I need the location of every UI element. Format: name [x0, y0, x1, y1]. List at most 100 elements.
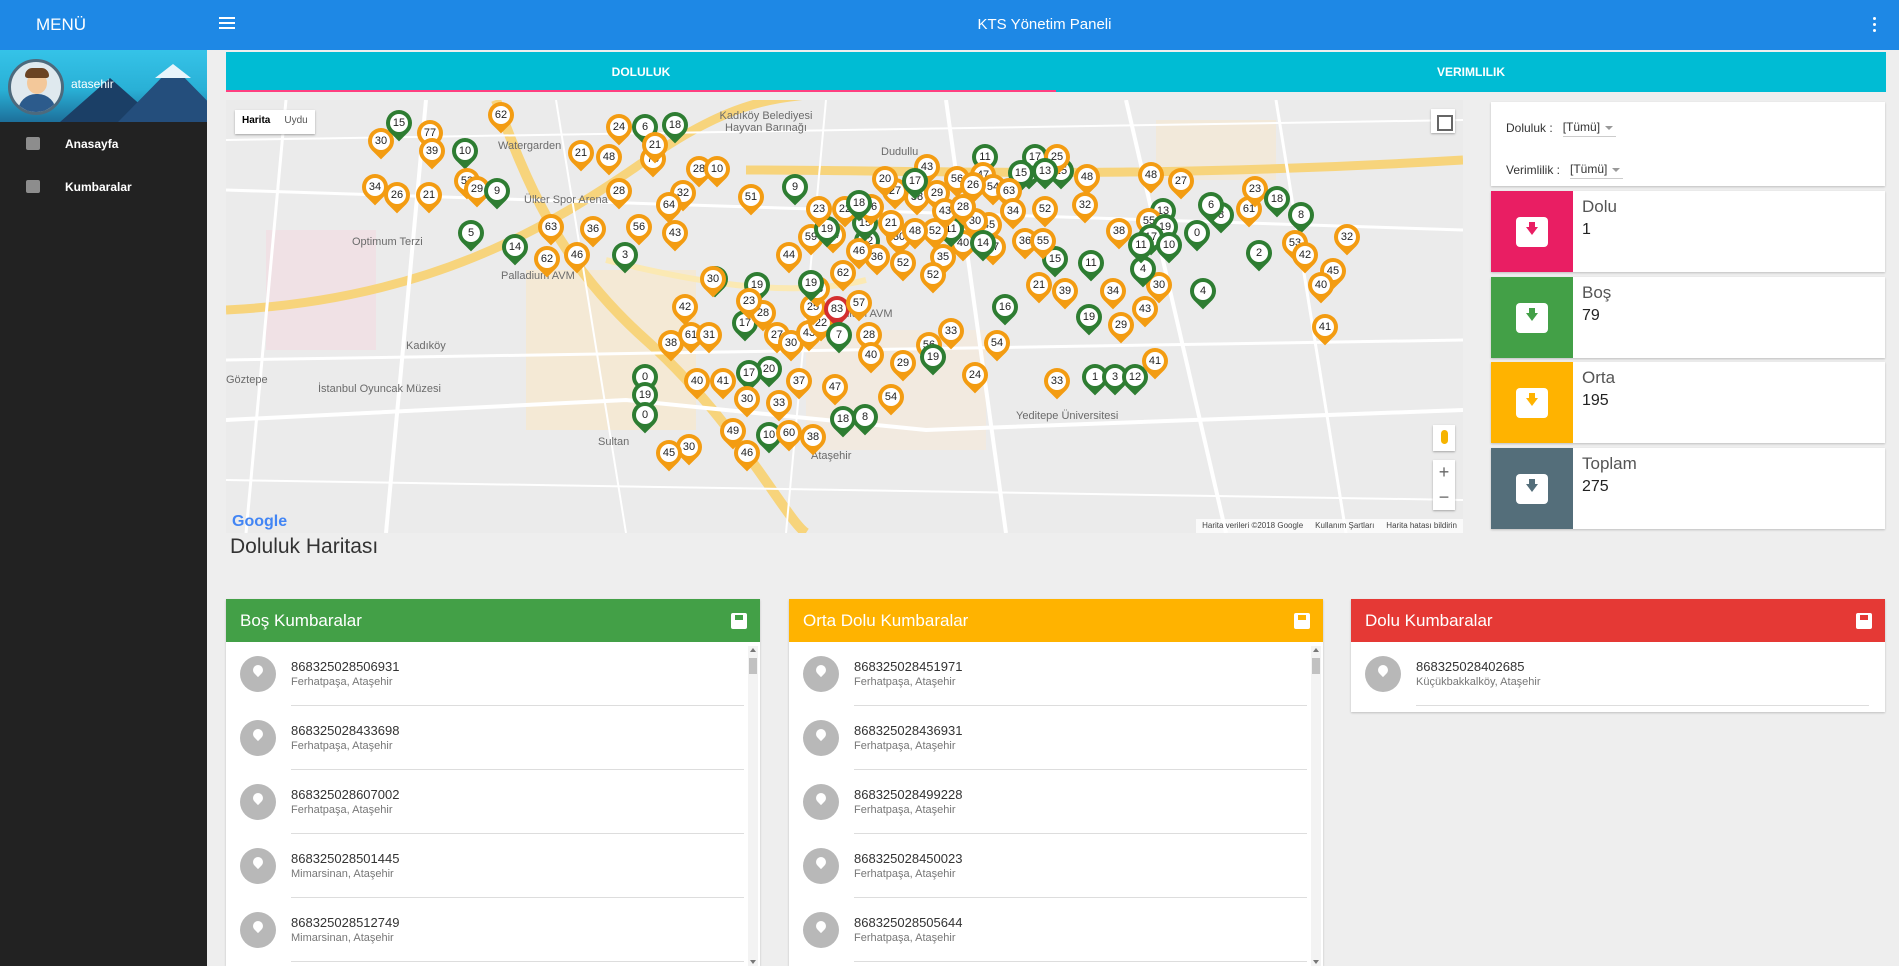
map-marker[interactable]: 8: [846, 398, 884, 438]
save-icon[interactable]: [1856, 612, 1872, 629]
map-marker[interactable]: 62: [824, 254, 862, 294]
more-vert-icon[interactable]: [1873, 17, 1877, 35]
zoom-out-button[interactable]: −: [1433, 485, 1455, 510]
map-marker[interactable]: 40: [1302, 266, 1340, 306]
map-marker[interactable]: 27: [1162, 162, 1200, 202]
tab-doluluk[interactable]: DOLULUK: [226, 52, 1056, 92]
map-marker[interactable]: 33: [1038, 362, 1076, 402]
map-marker[interactable]: 10: [698, 150, 736, 190]
map-marker[interactable]: 23: [800, 190, 838, 230]
map-marker[interactable]: 43: [656, 214, 694, 254]
map-marker[interactable]: 39: [1046, 272, 1084, 312]
map-marker[interactable]: 36: [574, 210, 612, 250]
doluluk-filter-select[interactable]: [Tümü]: [1562, 118, 1617, 137]
map-type-uydu[interactable]: Uydu: [277, 110, 314, 134]
map-marker[interactable]: 14: [496, 228, 534, 268]
sidebar-item-anasayfa[interactable]: Anasayfa: [0, 122, 207, 165]
map-marker[interactable]: 28: [944, 188, 982, 228]
list-item[interactable]: 868325028512749 Mimarsinan, Ataşehir: [226, 898, 760, 962]
map-marker[interactable]: 52: [1026, 190, 1064, 230]
map-marker[interactable]: 55: [1024, 222, 1062, 262]
map-marker[interactable]: 6: [1192, 186, 1230, 226]
map-marker[interactable]: 30: [694, 260, 732, 300]
map-marker[interactable]: 19: [792, 264, 830, 304]
zoom-in-button[interactable]: +: [1433, 460, 1455, 485]
map-marker[interactable]: 11: [1072, 244, 1110, 284]
map-marker[interactable]: 52: [914, 256, 952, 296]
pegman-icon[interactable]: [1433, 425, 1455, 451]
map-marker[interactable]: 9: [776, 168, 814, 208]
map-marker[interactable]: 30: [728, 380, 766, 420]
list-item[interactable]: 868325028451971 Ferhatpaşa, Ataşehir: [789, 642, 1323, 706]
verimlilik-filter-select[interactable]: [Tümü]: [1570, 160, 1624, 179]
map-marker[interactable]: 41: [704, 362, 742, 402]
map-marker[interactable]: 62: [482, 100, 520, 136]
map-marker[interactable]: 33: [932, 312, 970, 352]
map-marker[interactable]: 14: [964, 224, 1002, 264]
map-marker[interactable]: 21: [636, 126, 674, 166]
list-item[interactable]: 868325028433698 Ferhatpaşa, Ataşehir: [226, 706, 760, 770]
fullscreen-icon[interactable]: [1431, 109, 1455, 133]
map-marker[interactable]: 28: [600, 172, 638, 212]
map-marker[interactable]: 41: [1306, 308, 1344, 348]
map-marker[interactable]: 54: [978, 324, 1016, 364]
map-marker[interactable]: 7: [820, 316, 858, 356]
map-marker[interactable]: 9: [478, 172, 516, 212]
map-marker[interactable]: 41: [1136, 342, 1174, 382]
list-item[interactable]: 868325028505644 Ferhatpaşa, Ataşehir: [789, 898, 1323, 962]
map-marker[interactable]: 29: [1102, 306, 1140, 346]
map-marker[interactable]: 31: [690, 316, 728, 356]
map-marker[interactable]: 2: [1240, 234, 1278, 274]
sidebar-item-kumbaralar[interactable]: Kumbaralar: [0, 165, 207, 208]
map-marker[interactable]: 48: [1132, 156, 1170, 196]
list-item[interactable]: 868325028450023 Ferhatpaşa, Ataşehir: [789, 834, 1323, 898]
map-marker[interactable]: 48: [1068, 158, 1106, 198]
map-marker[interactable]: 46: [728, 434, 766, 474]
map-marker[interactable]: 21: [562, 134, 600, 174]
map-marker[interactable]: 38: [1100, 212, 1138, 252]
map-marker[interactable]: 63: [532, 208, 570, 248]
map-marker[interactable]: 47: [816, 368, 854, 408]
list-item[interactable]: 868325028402685 Küçükbakkalköy, Ataşehir: [1351, 642, 1885, 706]
map-marker[interactable]: 13: [1026, 152, 1064, 192]
map-marker[interactable]: 51: [732, 178, 770, 218]
map-marker[interactable]: 20: [866, 160, 904, 200]
avatar[interactable]: [8, 59, 64, 115]
map-marker[interactable]: 23: [730, 282, 768, 322]
map-marker[interactable]: 21: [410, 176, 448, 216]
scrollbar[interactable]: [748, 646, 758, 966]
map-marker[interactable]: 40: [678, 362, 716, 402]
map-marker[interactable]: 0: [626, 396, 664, 436]
map-marker[interactable]: 10: [1150, 226, 1188, 266]
map-marker[interactable]: 4: [1184, 272, 1222, 312]
map-marker[interactable]: 15: [380, 104, 418, 144]
list-item[interactable]: 868325028506931 Ferhatpaşa, Ataşehir: [226, 642, 760, 706]
map-marker[interactable]: 18: [1258, 180, 1296, 220]
list-item[interactable]: 868325028607002 Ferhatpaşa, Ataşehir: [226, 770, 760, 834]
list-item[interactable]: 868325028499228 Ferhatpaşa, Ataşehir: [789, 770, 1323, 834]
map-marker[interactable]: 24: [600, 108, 638, 148]
map-marker[interactable]: 18: [840, 184, 878, 224]
list-item[interactable]: 868325028501445 Mimarsinan, Ataşehir: [226, 834, 760, 898]
map-marker[interactable]: 48: [590, 138, 628, 178]
map-terms-link[interactable]: Kullanım Şartları: [1315, 521, 1374, 531]
map-marker[interactable]: 29: [884, 344, 922, 384]
list-item[interactable]: 868325028436931 Ferhatpaşa, Ataşehir: [789, 706, 1323, 770]
map-marker[interactable]: 54: [872, 378, 910, 418]
map-marker[interactable]: 32: [1328, 218, 1366, 258]
map-marker[interactable]: 45: [650, 434, 688, 474]
map-type-harita[interactable]: Harita: [235, 110, 277, 134]
map-marker[interactable]: 39: [413, 132, 451, 172]
map-marker[interactable]: 5: [452, 214, 490, 254]
map-marker[interactable]: 26: [378, 176, 416, 216]
tab-verimlilik[interactable]: VERIMLILIK: [1056, 52, 1886, 92]
map-marker[interactable]: 42: [1286, 236, 1324, 276]
map-marker[interactable]: 38: [794, 418, 832, 458]
map-marker[interactable]: 17: [896, 162, 934, 202]
scrollbar[interactable]: [1311, 646, 1321, 966]
map-report-link[interactable]: Harita hatası bildirin: [1386, 521, 1457, 531]
map-marker[interactable]: 40: [852, 336, 890, 376]
map-marker[interactable]: 24: [956, 356, 994, 396]
map-marker[interactable]: 19: [1070, 298, 1108, 338]
map[interactable]: Kadıköy Belediyesi Hayvan Barınağı Waterg…: [226, 100, 1463, 533]
